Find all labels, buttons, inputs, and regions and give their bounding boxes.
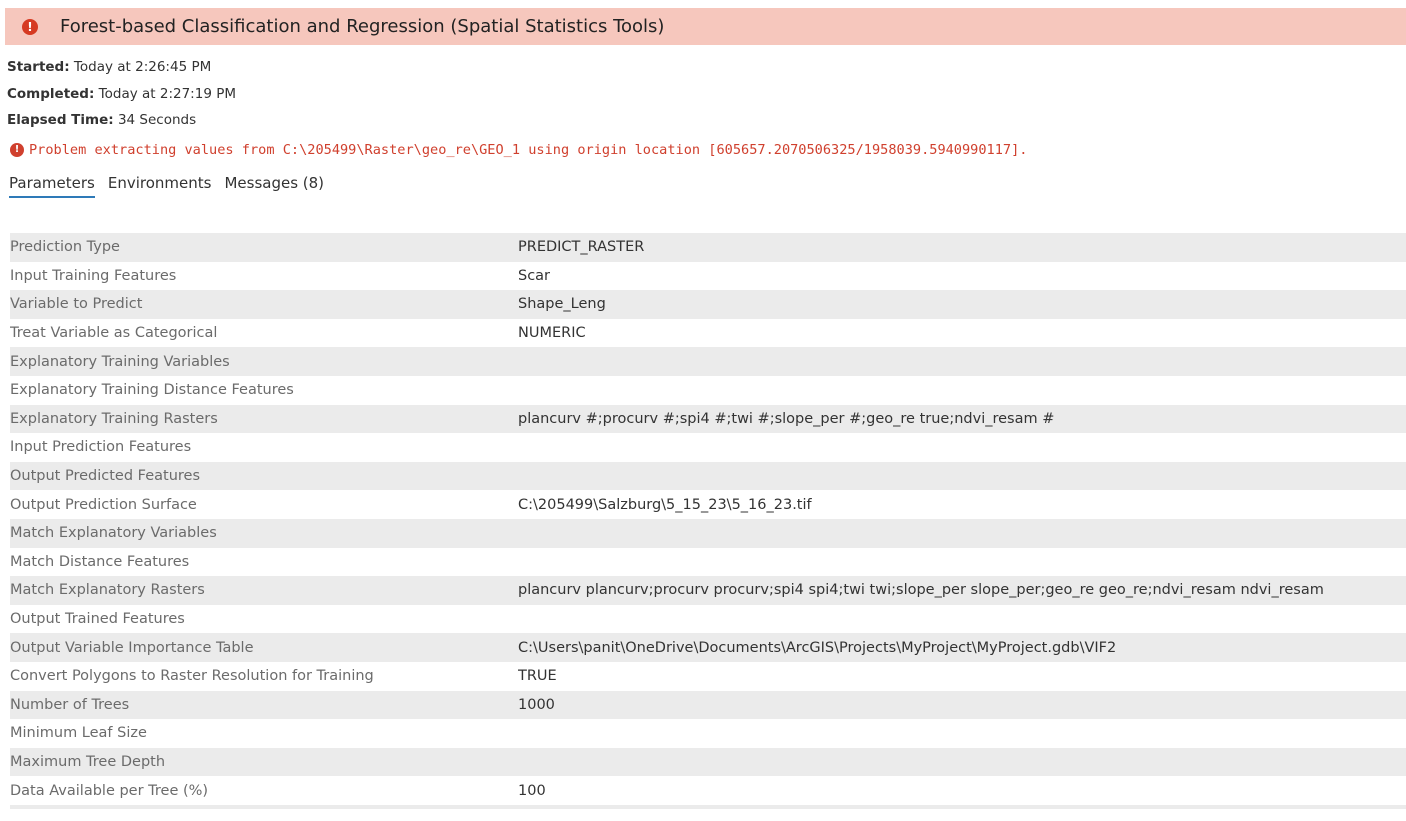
completed-value: Today at 2:27:19 PM [98,86,236,102]
error-message-line: ! Problem extracting values from C:\2054… [10,142,1027,158]
param-name: Output Variable Importance Table [10,639,254,656]
table-row: Variable to Predict Shape_Leng [10,290,1406,319]
param-name: Match Explanatory Variables [10,525,217,542]
table-row: Prediction Type PREDICT_RASTER [10,233,1406,262]
param-name: Input Prediction Features [10,439,192,456]
table-row: Number of Trees 1000 [10,690,1406,720]
elapsed-value: 34 Seconds [117,112,197,128]
param-name: Output Trained Features [10,611,185,628]
param-value: TRUE [518,668,557,685]
param-name: Number of Trees [10,696,130,713]
table-row: Explanatory Training Distance Features [10,376,1406,405]
param-name: Output Prediction Surface [10,496,197,513]
param-name: Output Predicted Features [10,468,201,485]
param-value: 1000 [518,696,555,713]
param-name: Match Distance Features [10,553,190,570]
table-row: Output Trained Features [10,605,1406,634]
table-row: Match Explanatory Rasters plancurv plancu… [10,576,1406,605]
elapsed-label: Elapsed Time: [7,112,114,128]
tab-parameters[interactable]: Parameters [9,174,95,198]
parameters-table: Prediction Type PREDICT_RASTER Input Trai… [10,233,1406,805]
table-row: Maximum Tree Depth [10,747,1406,777]
tool-result-header: ! Forest-based Classification and Regres… [5,8,1406,45]
table-row: Convert Polygons to Raster Resolution fo… [10,662,1406,691]
tab-environments[interactable]: Environments [108,174,212,198]
param-value: PREDICT_RASTER [518,239,645,256]
param-value: plancurv #;procurv #;spi4 #;twi #;slope_… [518,410,1055,427]
tab-messages[interactable]: Messages (8) [224,174,324,198]
started-line: Started: Today at 2:26:45 PM [7,59,211,75]
param-name: Maximum Tree Depth [10,753,166,770]
error-icon: ! [10,143,24,157]
started-value: Today at 2:26:45 PM [73,59,212,75]
param-name: Explanatory Training Rasters [10,410,218,427]
param-name: Data Available per Tree (%) [10,782,209,799]
param-value: NUMERIC [518,325,586,342]
param-value: Scar [518,267,551,284]
table-row: Explanatory Training Variables [10,347,1406,376]
table-row: Treat Variable as Categorical NUMERIC [10,319,1406,348]
param-name: Explanatory Training Variables [10,353,230,370]
table-row: Output Predicted Features [10,461,1406,491]
param-value: plancurv plancurv;procurv procurv;spi4 s… [518,582,1324,599]
table-row: Input Training Features Scar [10,262,1406,291]
param-value: C:\Users\panit\OneDrive\Documents\ArcGIS… [518,639,1117,656]
completed-line: Completed: Today at 2:27:19 PM [7,86,236,102]
table-row: Output Variable Importance Table C:\Users… [10,633,1406,662]
table-row: Match Explanatory Variables [10,518,1406,548]
elapsed-line: Elapsed Time: 34 Seconds [7,112,196,128]
param-value: 100 [518,782,546,799]
table-row: Data Available per Tree (%) 100 [10,776,1406,805]
param-name: Convert Polygons to Raster Resolution fo… [10,668,374,685]
tab-bar: Parameters Environments Messages (8) [9,174,337,198]
completed-label: Completed: [7,86,95,102]
tool-title: Forest-based Classification and Regressi… [60,16,665,37]
table-row: Output Prediction Surface C:\205499\Salzb… [10,490,1406,519]
param-name: Input Training Features [10,267,177,284]
error-icon: ! [22,18,38,35]
param-name: Variable to Predict [10,296,143,313]
table-bottom-border [10,805,1406,809]
table-row: Input Prediction Features [10,433,1406,462]
started-label: Started: [7,59,70,75]
table-row: Minimum Leaf Size [10,719,1406,748]
table-row: Explanatory Training Rasters plancurv #;p… [10,404,1406,434]
table-row: Match Distance Features [10,548,1406,577]
param-name: Match Explanatory Rasters [10,582,205,599]
param-name: Explanatory Training Distance Features [10,382,294,399]
param-name: Prediction Type [10,239,120,256]
param-value: C:\205499\Salzburg\5_15_23\5_16_23.tif [518,496,812,513]
param-value: Shape_Leng [518,296,606,313]
error-message: Problem extracting values from C:\205499… [29,142,1028,158]
param-name: Minimum Leaf Size [10,725,147,742]
param-name: Treat Variable as Categorical [10,325,218,342]
